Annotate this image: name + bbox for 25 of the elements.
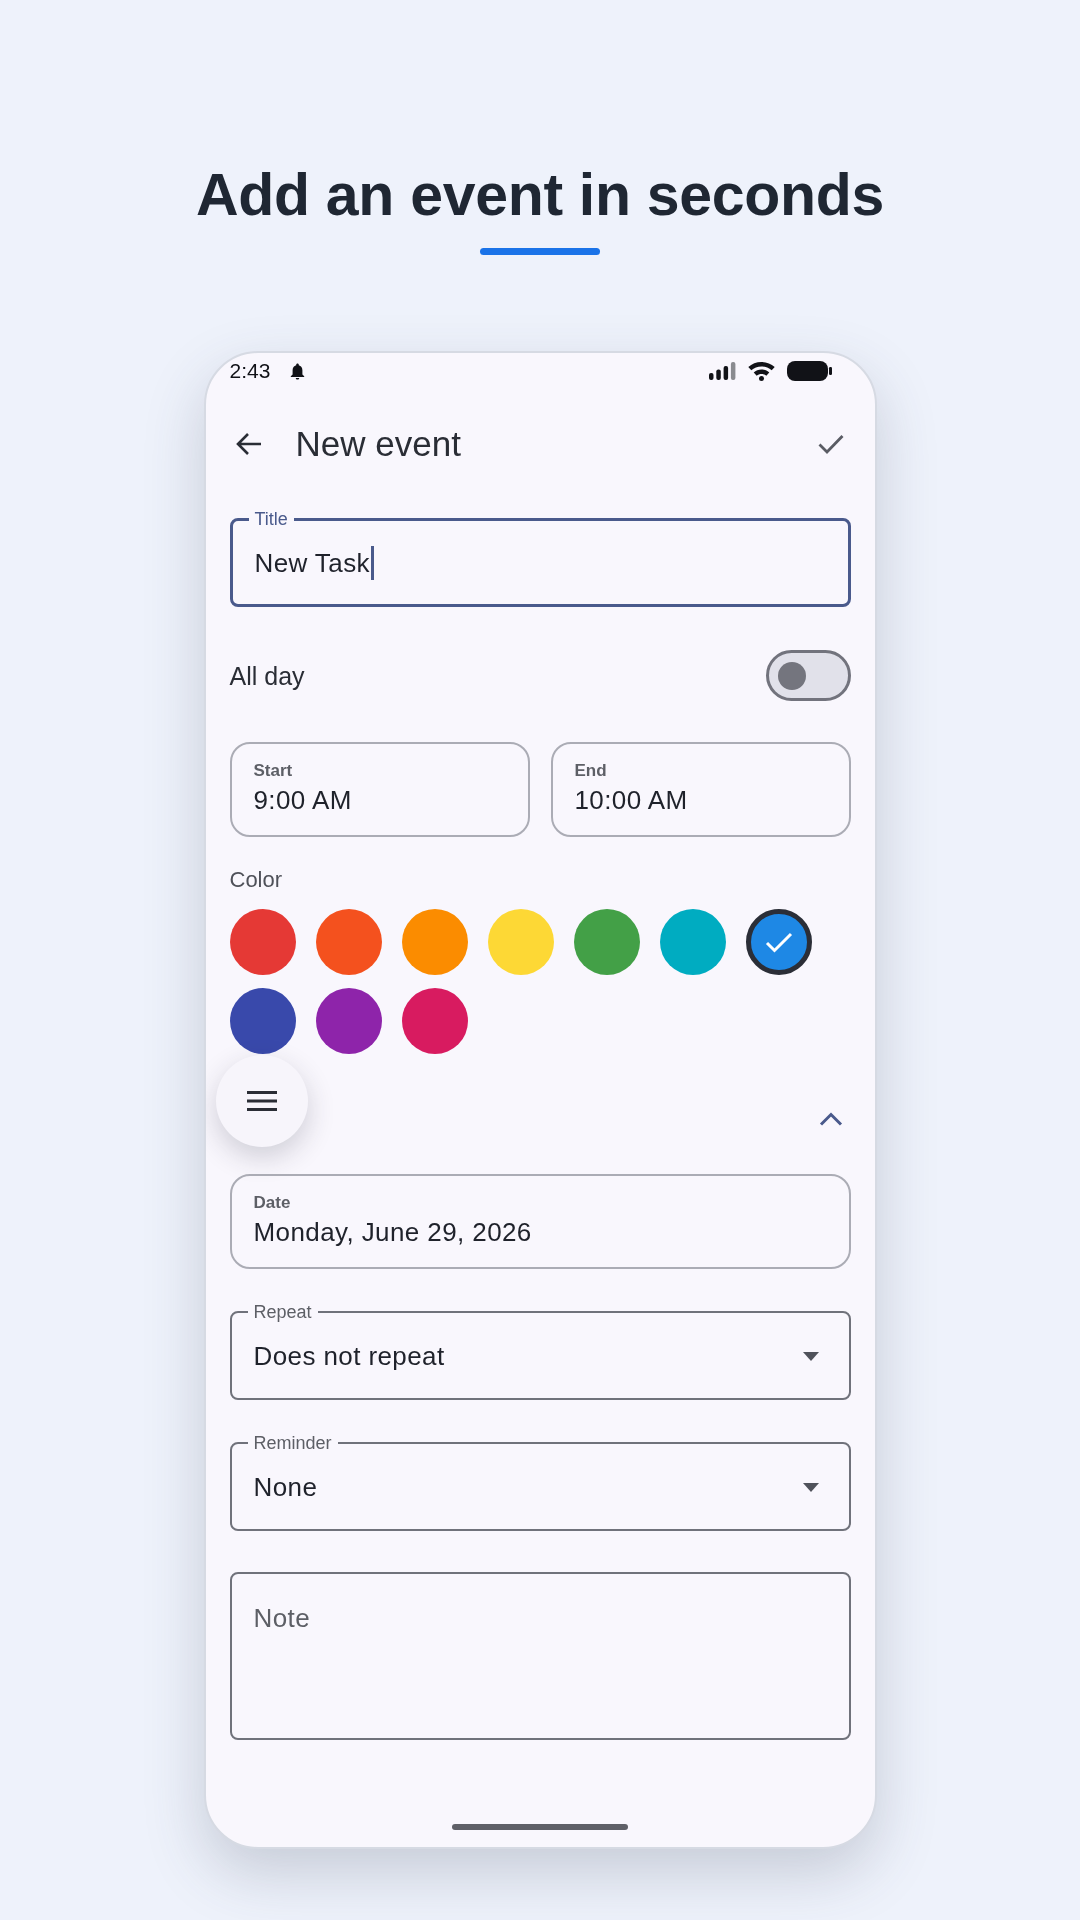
dropdown-caret-icon (802, 1482, 819, 1492)
dropdown-field[interactable]: Repeat Does not repeat (229, 1302, 851, 1400)
bell-icon (290, 362, 306, 380)
toggle-switch[interactable] (765, 650, 851, 701)
page-headline: Add an event in seconds (195, 161, 885, 230)
time-field[interactable]: End 10:00 AM (550, 742, 851, 837)
menu-icon (246, 1091, 277, 1111)
chevron-up-icon (818, 1112, 843, 1126)
color-label: Color (229, 867, 284, 893)
battery-icon (786, 361, 832, 381)
check-icon (764, 931, 793, 953)
note-field[interactable]: Note (229, 1572, 851, 1740)
time-field[interactable]: Start 9:00 AM (229, 742, 530, 837)
wifi-icon (747, 361, 775, 381)
text-cursor-icon (370, 546, 374, 580)
check-icon (817, 434, 844, 454)
all-day-label: All day (229, 660, 305, 691)
back-arrow-icon (235, 432, 262, 456)
dropdown-field[interactable]: Reminder None (229, 1433, 851, 1531)
signal-icon (708, 362, 736, 380)
date-field[interactable]: Date Monday, June 29, 2026 (229, 1174, 851, 1269)
dropdown-caret-icon (802, 1351, 819, 1361)
title-field[interactable]: Title New Task (229, 509, 851, 607)
status-time: 2:43 (229, 359, 271, 383)
screen-title: New event (295, 424, 462, 464)
